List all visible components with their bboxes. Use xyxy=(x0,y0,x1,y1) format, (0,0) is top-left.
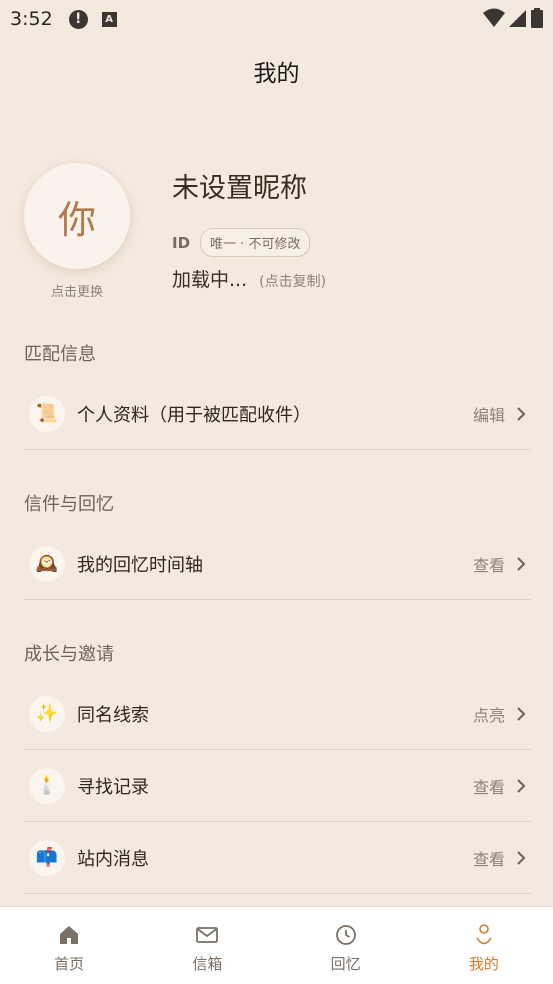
avatar-text: 你 xyxy=(57,197,96,242)
section-title-match-info: 匹配信息 xyxy=(24,344,96,365)
id-row: ID 唯一 · 不可修改 xyxy=(172,228,311,257)
list-item-label: 同名线索 xyxy=(77,704,149,726)
list-item-label: 个人资料（用于被匹配收件） xyxy=(77,404,311,426)
chevron-right-icon xyxy=(517,706,526,721)
list-item-name-clues[interactable]: ✨ 同名线索 点亮 xyxy=(24,678,531,750)
list-item-action: 点亮 xyxy=(472,705,505,725)
sparkles-icon: ✨ xyxy=(29,695,65,732)
chevron-right-icon xyxy=(517,406,526,421)
a-badge-icon: A xyxy=(101,11,117,27)
status-time: 3:52 xyxy=(10,8,53,30)
mailbox-icon: 📫 xyxy=(29,839,65,876)
copy-hint[interactable]: (点击复制) xyxy=(259,271,326,291)
nav-label: 首页 xyxy=(54,955,85,973)
list-item-label: 我的回忆时间轴 xyxy=(77,554,203,576)
page-title: 我的 xyxy=(253,61,300,87)
nav-label: 回忆 xyxy=(330,955,361,973)
clock-icon: 🕰️ xyxy=(29,545,65,582)
chevron-right-icon xyxy=(517,778,526,793)
list-item-action: 查看 xyxy=(472,849,505,869)
nickname[interactable]: 未设置昵称 xyxy=(172,166,307,205)
nav-label: 信箱 xyxy=(192,955,223,973)
list-item-messages[interactable]: 📫 站内消息 查看 xyxy=(24,822,531,894)
status-bar: 3:52 ! A xyxy=(0,0,553,38)
list-item-profile[interactable]: 📜 个人资料（用于被匹配收件） 编辑 xyxy=(24,378,531,450)
signal-icon xyxy=(509,10,526,27)
id-badge: 唯一 · 不可修改 xyxy=(200,228,311,257)
nav-item-home[interactable]: 首页 xyxy=(0,907,138,984)
alert-circle-icon: ! xyxy=(68,9,88,29)
profile-icon xyxy=(476,924,492,945)
list-item-action: 编辑 xyxy=(472,405,505,425)
candle-icon: 🕯️ xyxy=(29,767,65,804)
id-value-row[interactable]: 加载中... (点击复制) xyxy=(172,265,326,292)
chevron-right-icon xyxy=(517,556,526,571)
nav-item-memories[interactable]: 回忆 xyxy=(277,907,415,984)
mail-icon xyxy=(196,927,219,943)
scroll-icon: 📜 xyxy=(29,395,65,432)
bottom-nav: 首页 信箱 回忆 我的 xyxy=(0,906,553,984)
list-item-label: 寻找记录 xyxy=(77,776,149,798)
list-item-action: 查看 xyxy=(472,777,505,797)
nav-item-mailbox[interactable]: 信箱 xyxy=(138,907,276,984)
nav-label: 我的 xyxy=(468,955,499,973)
list-item-timeline[interactable]: 🕰️ 我的回忆时间轴 查看 xyxy=(24,528,531,600)
list-item-label: 站内消息 xyxy=(77,848,149,870)
avatar[interactable]: 你 xyxy=(24,163,130,269)
list-item-action: 查看 xyxy=(472,555,505,575)
clock-icon xyxy=(335,925,356,945)
chevron-right-icon xyxy=(517,850,526,865)
status-indicators xyxy=(483,8,543,28)
nav-item-profile[interactable]: 我的 xyxy=(415,907,553,984)
id-label: ID xyxy=(172,233,191,252)
section-title-growth: 成长与邀请 xyxy=(24,644,114,665)
battery-icon xyxy=(531,8,543,28)
id-value[interactable]: 加载中... xyxy=(172,265,247,292)
avatar-change-hint[interactable]: 点击更换 xyxy=(24,281,130,300)
wifi-icon xyxy=(483,8,505,27)
home-icon xyxy=(60,926,79,944)
list-item-search-records[interactable]: 🕯️ 寻找记录 查看 xyxy=(24,750,531,822)
section-title-letters: 信件与回忆 xyxy=(24,494,114,515)
